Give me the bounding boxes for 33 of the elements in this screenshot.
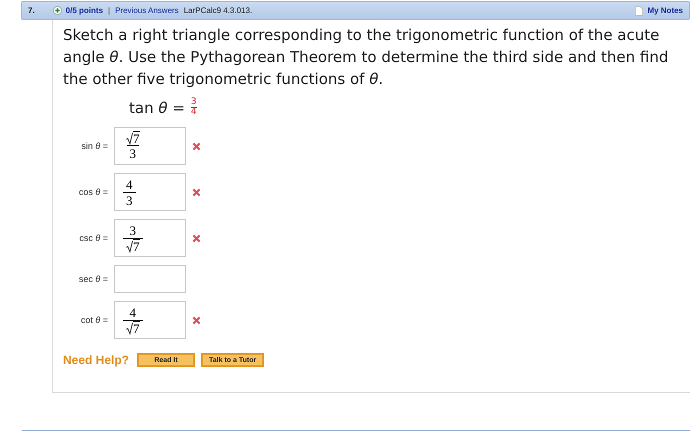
my-notes-link[interactable]: My Notes bbox=[647, 6, 683, 15]
answer-field[interactable]: 4 7 bbox=[114, 301, 186, 339]
points-text: 0/5 points bbox=[66, 6, 104, 15]
plus-icon[interactable] bbox=[52, 6, 62, 15]
radical-icon bbox=[126, 322, 133, 334]
radical-icon bbox=[126, 240, 133, 252]
radical-icon bbox=[126, 132, 133, 144]
function-label: sin θ = bbox=[80, 141, 108, 151]
fraction-part: 3 bbox=[130, 223, 136, 238]
fraction-part: 4 bbox=[130, 305, 136, 320]
separator: | bbox=[108, 6, 110, 15]
function-label: csc θ = bbox=[78, 233, 108, 243]
given-equation-label: tan θ = bbox=[129, 98, 185, 116]
need-help-label: Need Help? bbox=[63, 353, 130, 367]
function-label: sec θ = bbox=[78, 274, 108, 284]
function-label: cot θ = bbox=[80, 315, 108, 325]
fraction-part: 4 bbox=[126, 176, 132, 192]
fraction-part: 3 bbox=[130, 146, 136, 161]
radicand: 7 bbox=[133, 239, 140, 253]
answer-field[interactable]: 7 3 bbox=[114, 127, 186, 165]
source-text: LarPCalc9 4.3.013. bbox=[184, 6, 252, 15]
question-text: Sketch a right triangle corresponding to the trigonometric function of the acute angle θ. Use the Pythagorean Theorem to determine the third side and then find the other five trigonometric functions of θ. bbox=[63, 25, 670, 90]
answer-field[interactable]: 4 3 bbox=[114, 173, 186, 211]
radicand: 7 bbox=[133, 131, 140, 145]
fraction-numerator: 3 bbox=[190, 98, 197, 107]
radicand: 7 bbox=[133, 321, 140, 335]
note-icon[interactable] bbox=[635, 6, 644, 16]
answer-field[interactable] bbox=[114, 265, 186, 293]
question-number: 7. bbox=[28, 6, 35, 15]
fraction-part: 3 bbox=[126, 192, 132, 208]
previous-answers-link[interactable]: Previous Answers bbox=[115, 6, 179, 15]
answer-field[interactable]: 3 7 bbox=[114, 219, 186, 257]
function-label: cos θ = bbox=[78, 187, 108, 197]
